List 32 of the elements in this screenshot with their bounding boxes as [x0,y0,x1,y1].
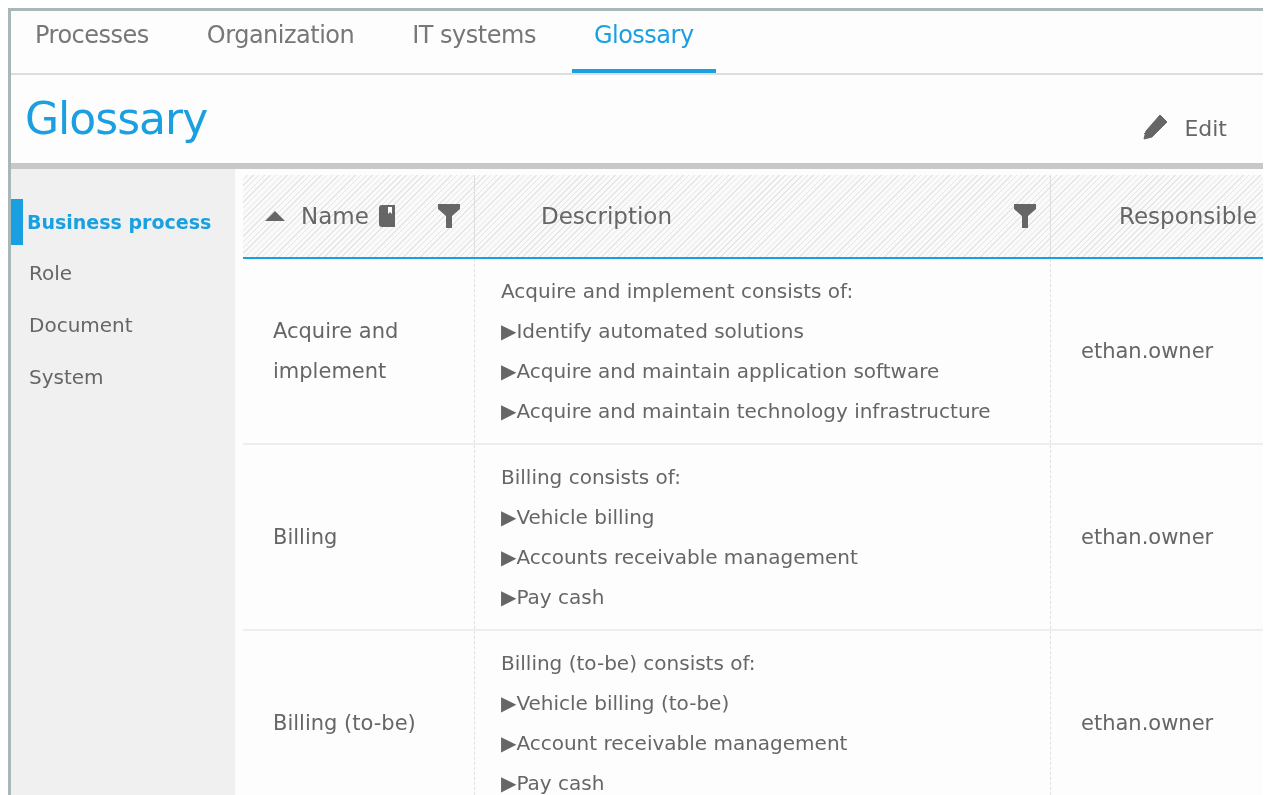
description-intro: Acquire and implement consists of: [501,278,854,305]
table-cell-text: ethan.owner [1081,710,1214,737]
table-cell-text: ethan.owner [1081,524,1214,551]
table-cell-text: Acquire and implement [273,318,400,385]
description-item: ▶Acquire and maintain application software [501,358,940,385]
sidebar-item[interactable]: Role [11,249,235,297]
sidebar-item[interactable]: Document [11,301,235,349]
column-header[interactable]: Responsible [1051,175,1263,257]
column-header[interactable]: Name [243,175,475,257]
tab[interactable]: Glossary [571,11,716,73]
edit-button[interactable]: Edit [1132,111,1233,145]
description-item: ▶Pay cash [501,770,605,795]
description-intro: Billing (to-be) consists of: [501,650,756,677]
tab[interactable]: Processes [13,11,171,73]
page-title: Glossary [25,92,208,144]
filter-icon[interactable] [1014,204,1036,228]
description-item: ▶Account receivable management [501,730,848,757]
tab[interactable]: Organization [184,11,377,73]
table-cell-text: Billing [273,524,339,551]
description-item: ▶Identify automated solutions [501,318,804,345]
description-item: ▶Accounts receivable management [501,544,858,571]
description-item: ▶Vehicle billing [501,504,655,531]
description-item: ▶Acquire and maintain technology infrastructure [501,398,991,425]
description-item: ▶Pay cash [501,584,605,611]
table-cell-text: Billing (to-be) [273,710,417,737]
sidebar-item[interactable]: System [11,353,235,401]
description-intro: Billing consists of: [501,464,681,491]
filter-icon[interactable] [438,204,460,228]
description-item: ▶Vehicle billing (to-be) [501,690,730,717]
table-cell-text: ethan.owner [1081,338,1214,365]
tab[interactable]: IT systems [390,11,558,73]
column-header[interactable]: Description [475,175,1051,257]
